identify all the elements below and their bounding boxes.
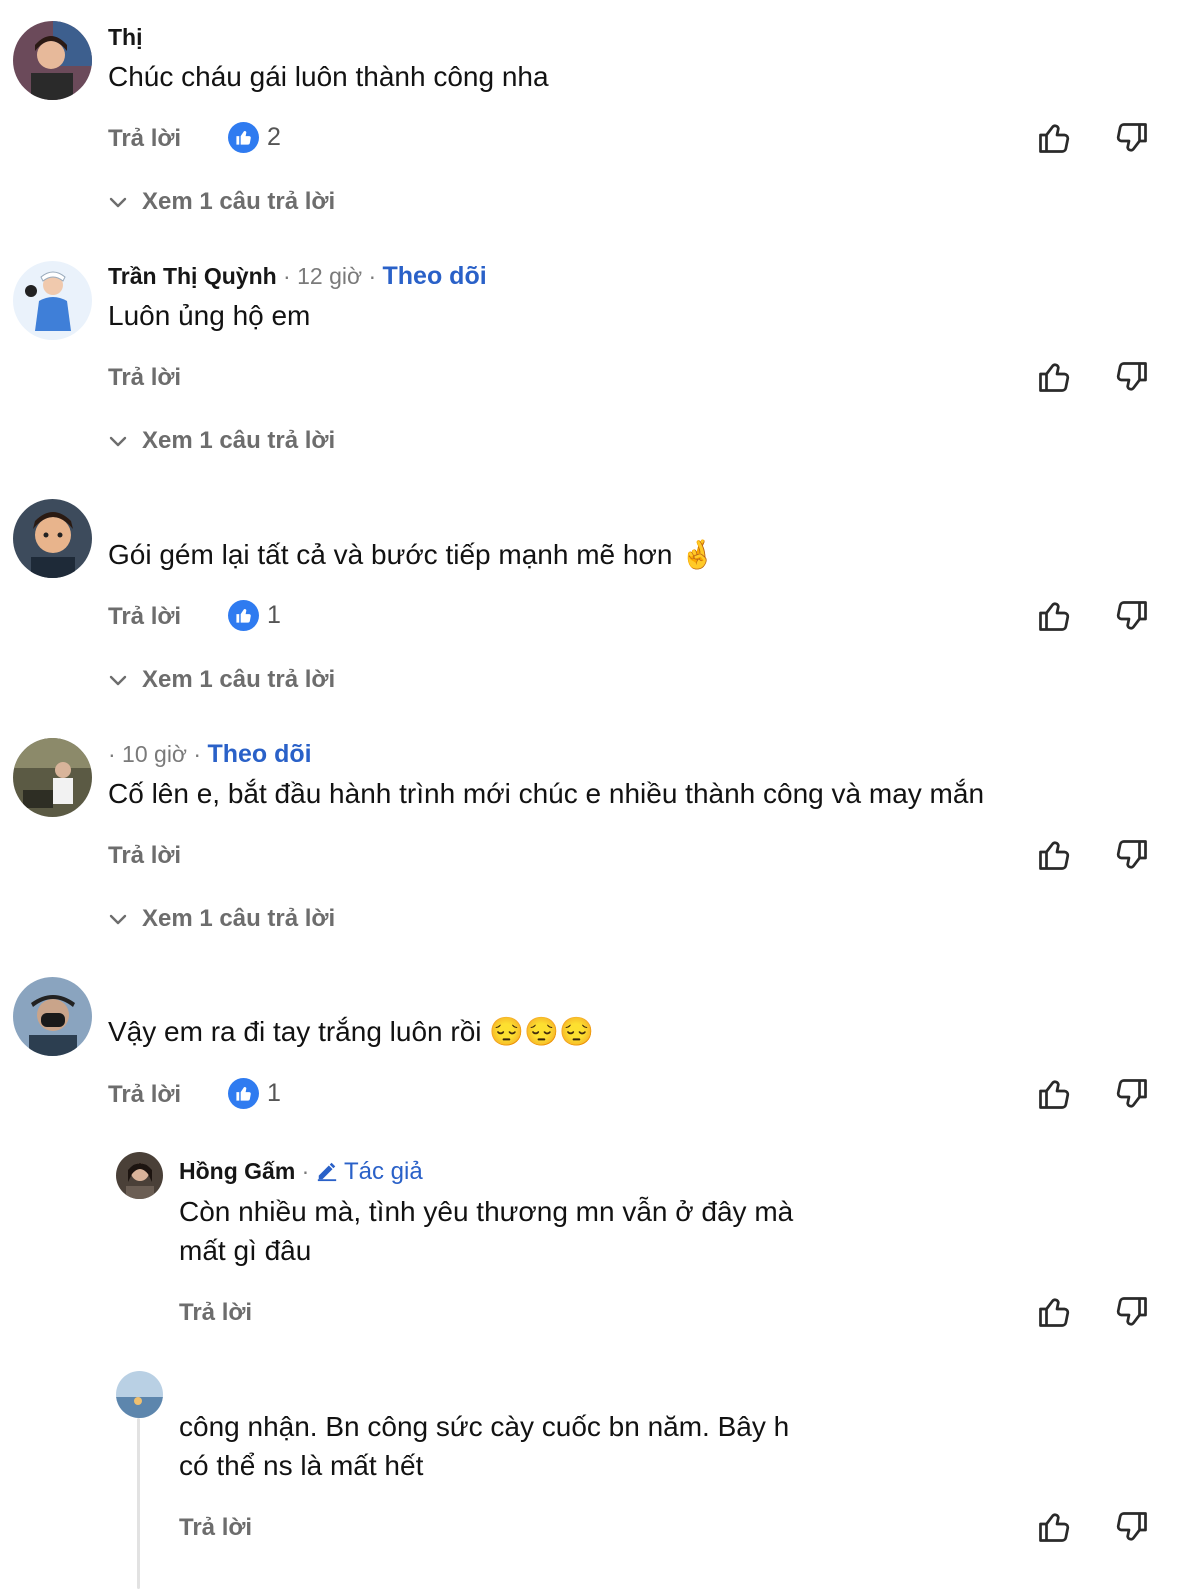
reply-text-continued: mất gì đâu (179, 1235, 312, 1266)
comment-text: Cố lên e, bắt đầu hành trình mới chúc e … (108, 778, 985, 809)
view-replies-button[interactable]: Xem 1 câu trả lời (108, 905, 335, 933)
like-badge-icon (228, 122, 259, 153)
thumbs-up-icon[interactable] (1036, 1509, 1072, 1545)
like-count[interactable]: 1 (228, 1078, 281, 1109)
chevron-down-icon (109, 436, 127, 447)
avatar[interactable] (13, 21, 92, 100)
avatar[interactable] (116, 1371, 163, 1418)
thumbs-down-icon[interactable] (1114, 120, 1150, 156)
comment-meta: · 10 giờ · (108, 741, 208, 767)
like-count-value: 2 (267, 123, 281, 151)
chevron-down-icon (109, 914, 127, 925)
follow-button[interactable]: Theo dõi (383, 262, 487, 290)
pencil-icon (317, 1162, 336, 1182)
thumbs-up-icon[interactable] (1036, 837, 1072, 873)
avatar[interactable] (13, 261, 92, 340)
view-replies-button[interactable]: Xem 1 câu trả lời (108, 188, 335, 216)
like-count[interactable]: 1 (228, 600, 281, 631)
like-count-value: 1 (267, 1079, 281, 1107)
thumbs-up-icon[interactable] (1036, 1294, 1072, 1330)
reply-button[interactable]: Trả lời (179, 1514, 252, 1542)
thumbs-up-icon[interactable] (1036, 1076, 1072, 1112)
avatar[interactable] (116, 1152, 163, 1199)
follow-button[interactable]: Theo dõi (207, 740, 311, 768)
thread-line (137, 1418, 140, 1589)
thumbs-up-icon[interactable] (1036, 359, 1072, 395)
thumbs-down-icon[interactable] (1114, 359, 1150, 395)
comment-meta: · (295, 1158, 316, 1184)
commenter-name[interactable]: Thị (108, 24, 143, 51)
reply-text-continued: có thể ns là mất hết (179, 1450, 424, 1481)
thumbs-down-icon[interactable] (1114, 1076, 1150, 1112)
reply-button[interactable]: Trả lời (108, 842, 181, 870)
commenter-name[interactable]: · 10 giờ · Theo dõi (108, 740, 312, 769)
reply-button[interactable]: Trả lời (108, 125, 181, 153)
like-badge-icon (228, 1078, 259, 1109)
reply-text: Còn nhiều mà, tình yêu thương mn vẫn ở đ… (179, 1196, 794, 1227)
thumbs-up-icon[interactable] (1036, 120, 1072, 156)
reply-button[interactable]: Trả lời (108, 603, 181, 631)
thumbs-down-icon[interactable] (1114, 1509, 1150, 1545)
avatar[interactable] (13, 738, 92, 817)
commenter-name[interactable]: Hồng Gấm · Tác giả (179, 1158, 423, 1186)
author-badge: Tác giả (316, 1158, 423, 1185)
comment-text: Chúc cháu gái luôn thành công nha (108, 61, 549, 92)
emoji: 😔😔😔 (489, 1016, 594, 1047)
thumbs-down-icon[interactable] (1114, 837, 1150, 873)
comment-meta: · 12 giờ · (276, 263, 383, 289)
comment-text: Gói gém lại tất cả và bước tiếp mạnh mẽ … (108, 539, 716, 570)
like-badge-icon (228, 600, 259, 631)
view-replies-button[interactable]: Xem 1 câu trả lời (108, 427, 335, 455)
chevron-down-icon (109, 675, 127, 686)
like-count[interactable]: 2 (228, 122, 281, 153)
avatar[interactable] (13, 977, 92, 1056)
comment-text: Luôn ủng hộ em (108, 300, 311, 331)
comment-text: Vậy em ra đi tay trắng luôn rồi 😔😔😔 (108, 1016, 594, 1047)
avatar[interactable] (13, 499, 92, 578)
view-replies-button[interactable]: Xem 1 câu trả lời (108, 666, 335, 694)
thumbs-down-icon[interactable] (1114, 598, 1150, 634)
reply-button[interactable]: Trả lời (179, 1299, 252, 1327)
reply-button[interactable]: Trả lời (108, 1081, 181, 1109)
thumbs-down-icon[interactable] (1114, 1294, 1150, 1330)
like-count-value: 1 (267, 601, 281, 629)
reply-button[interactable]: Trả lời (108, 364, 181, 392)
chevron-down-icon (109, 197, 127, 208)
emoji: 🤞 (680, 539, 716, 570)
thumbs-up-icon[interactable] (1036, 598, 1072, 634)
reply-text: công nhận. Bn công sức cày cuốc bn năm. … (179, 1411, 790, 1442)
commenter-name[interactable]: Trần Thị Quỳnh · 12 giờ · Theo dõi (108, 262, 487, 291)
